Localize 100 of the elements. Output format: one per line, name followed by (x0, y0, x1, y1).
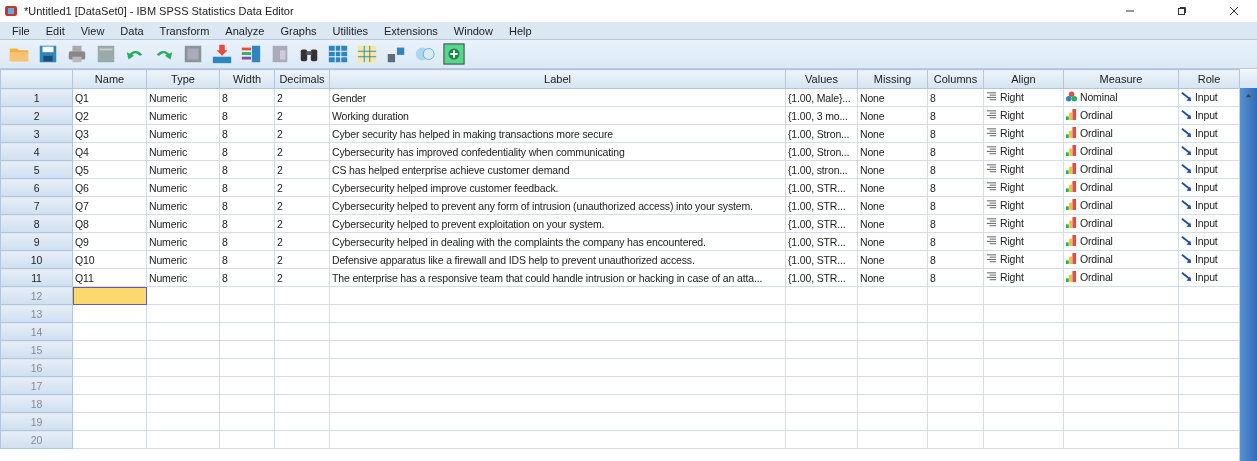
bar-chart-icon (1066, 163, 1077, 175)
add-icon[interactable] (443, 43, 465, 65)
table-cell: Right (983, 250, 1064, 269)
table-cell: {1.00, STR... (785, 196, 858, 215)
arrow-icon (1181, 199, 1192, 211)
table-cell: Numeric (146, 232, 220, 251)
table-cell: Q5 (72, 160, 147, 179)
table-cell: 8 (219, 124, 275, 143)
table-cell: Ordinal (1063, 250, 1179, 269)
arrow-icon (1181, 181, 1192, 193)
menu-item[interactable]: Analyze (217, 24, 273, 37)
table-cell: None (857, 124, 928, 143)
arrow-icon (1181, 127, 1192, 139)
scroll-up-icon[interactable] (1244, 92, 1253, 99)
align-right-icon (986, 127, 997, 139)
restore-icon[interactable] (1177, 6, 1187, 16)
close-icon[interactable] (1229, 6, 1239, 16)
column-header[interactable]: Role (1178, 69, 1240, 89)
arrow-icon (1181, 235, 1192, 247)
table-cell: 8 (927, 106, 984, 125)
column-header[interactable]: Decimals (274, 69, 330, 89)
bar-chart-icon (1066, 127, 1077, 139)
table-cell: 2 (274, 124, 330, 143)
printer-icon[interactable] (66, 43, 88, 65)
table-cell: Cybersecurity helped to prevent any form of intrusion (unauthorized access) into your system. (329, 196, 786, 215)
table-cell: {1.00, Stron... (785, 124, 858, 143)
table-cell: Numeric (146, 250, 220, 269)
arrow-icon (1181, 109, 1192, 121)
table-icon[interactable] (356, 43, 378, 65)
table-cell: None (857, 88, 928, 107)
table-cell: 8 (927, 142, 984, 161)
menu-item[interactable]: View (72, 24, 113, 37)
menu-item[interactable]: Extensions (376, 24, 446, 37)
menu-item[interactable]: Utilities (324, 24, 376, 37)
table-cell: 8 (927, 160, 984, 179)
menu-item[interactable]: Graphs (272, 24, 325, 37)
align-right-icon (986, 145, 997, 157)
align-right-icon (986, 235, 997, 247)
table-cell: Numeric (146, 88, 220, 107)
window-title: *Untitled1 [DataSet0] - IBM SPSS Statistics Data Editor (24, 5, 294, 17)
table-cell: Ordinal (1063, 214, 1179, 233)
table-cell: 8 (927, 196, 984, 215)
table-cell: None (857, 250, 928, 269)
table-cell: Q4 (72, 142, 147, 161)
table-cell: 2 (274, 178, 330, 197)
table-cell: Ordinal (1063, 268, 1179, 287)
scrollbar[interactable] (1239, 88, 1257, 461)
table-cell: Ordinal (1063, 178, 1179, 197)
bar-chart-icon (1066, 217, 1077, 229)
bar-chart-icon (1066, 199, 1077, 211)
table-cell: 2 (274, 160, 330, 179)
table-cell: {1.00, Male}... (785, 88, 858, 107)
table-cell: Ordinal (1063, 124, 1179, 143)
column-header[interactable]: Columns (927, 69, 984, 89)
table-cell: 8 (927, 214, 984, 233)
bar-chart-icon (1066, 271, 1077, 283)
table-cell: Q2 (72, 106, 147, 125)
menu-item[interactable]: Window (445, 24, 501, 37)
column-header[interactable]: Width (219, 69, 275, 89)
table-cell: Ordinal (1063, 196, 1179, 215)
table-cell: The enterprise has a responsive team that could handle intrusion or hacking in case of an atta... (329, 268, 786, 287)
table-cell: Numeric (146, 268, 220, 287)
table-cell: 2 (274, 268, 330, 287)
menu-item[interactable]: File (4, 24, 38, 37)
table-cell: 2 (274, 250, 330, 269)
column-header[interactable]: Values (785, 69, 858, 89)
bar-chart-icon (1066, 253, 1077, 265)
column-header[interactable]: Label (329, 69, 786, 89)
column-header[interactable]: Type (146, 69, 220, 89)
column-header[interactable]: Measure (1063, 69, 1179, 89)
table-cell: 8 (219, 106, 275, 125)
menu-item[interactable]: Edit (37, 24, 73, 37)
column-header[interactable]: Missing (857, 69, 928, 89)
align-right-icon (986, 91, 997, 103)
table-cell: Right (983, 88, 1064, 107)
menu-item[interactable]: Transform (151, 24, 218, 37)
column-header[interactable]: Name (72, 69, 147, 89)
insert-cases-icon[interactable] (211, 43, 233, 65)
menu-item[interactable]: Help (500, 24, 540, 37)
table-cell: Right (983, 160, 1064, 179)
table-cell: 8 (219, 232, 275, 251)
bar-chart-icon (1066, 235, 1077, 247)
align-right-icon (986, 163, 997, 175)
arrow-icon (1181, 163, 1192, 175)
table-cell: 8 (927, 268, 984, 287)
table-cell: Q1 (72, 88, 147, 107)
table-cell: Numeric (146, 106, 220, 125)
table-cell: 2 (274, 142, 330, 161)
table-cell: 8 (219, 142, 275, 161)
save-icon[interactable] (37, 43, 59, 65)
table-icon[interactable] (327, 43, 349, 65)
table-cell: Right (983, 268, 1064, 287)
column-header[interactable]: Align (983, 69, 1064, 89)
table-cell: Cybersecurity has improved confedentiality when communicating (329, 142, 786, 161)
align-right-icon (986, 253, 997, 265)
table-cell: Right (983, 196, 1064, 215)
insert-variable-icon[interactable] (240, 43, 262, 65)
menu-item[interactable]: Data (112, 24, 152, 37)
arrow-icon (1181, 217, 1192, 229)
table-cell: 2 (274, 106, 330, 125)
